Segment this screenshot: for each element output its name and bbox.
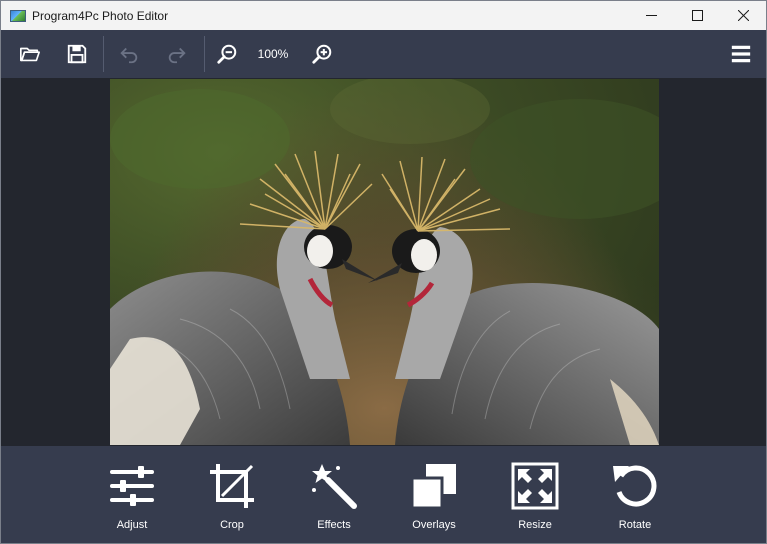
window-title: Program4Pc Photo Editor xyxy=(32,8,169,23)
zoom-in-button[interactable] xyxy=(302,30,342,78)
open-button[interactable] xyxy=(10,30,50,78)
tool-crop-label: Crop xyxy=(220,519,244,531)
main-menu-button[interactable] xyxy=(721,30,761,78)
tool-adjust-label: Adjust xyxy=(116,519,148,531)
tool-resize-label: Resize xyxy=(518,519,552,531)
redo-icon xyxy=(168,47,186,64)
tools-bar: Adjust Crop Effects Overlays Resize Rota… xyxy=(1,446,766,543)
image-canvas[interactable] xyxy=(1,78,766,446)
crop-icon xyxy=(210,464,254,508)
toolbar-separator xyxy=(103,36,104,72)
tool-effects[interactable]: Effects xyxy=(294,446,374,543)
tool-overlays-label: Overlays xyxy=(412,519,456,531)
app-window: Program4Pc Photo Editor 100% Adjust Crop… xyxy=(0,0,767,544)
resize-icon xyxy=(511,462,559,510)
minimize-icon xyxy=(645,15,657,16)
open-folder-icon xyxy=(20,47,40,62)
redo-button[interactable] xyxy=(157,30,197,78)
zoom-out-icon xyxy=(217,44,237,64)
maximize-button[interactable] xyxy=(674,1,720,30)
overlays-icon xyxy=(410,464,456,510)
zoom-in-icon xyxy=(312,44,332,64)
magic-wand-icon xyxy=(312,464,357,509)
edited-photo[interactable] xyxy=(110,79,659,445)
toolbar-separator xyxy=(204,36,205,72)
rotate-icon xyxy=(613,465,657,507)
photo-crowned-cranes xyxy=(110,79,659,445)
tool-resize[interactable]: Resize xyxy=(495,446,575,543)
tool-adjust[interactable]: Adjust xyxy=(92,446,172,543)
undo-icon xyxy=(120,47,138,64)
tool-rotate-label: Rotate xyxy=(618,519,652,531)
close-icon xyxy=(737,10,749,21)
zoom-out-button[interactable] xyxy=(207,30,247,78)
title-bar: Program4Pc Photo Editor xyxy=(1,1,766,30)
menu-icon xyxy=(731,45,751,63)
tool-effects-label: Effects xyxy=(317,519,351,531)
tool-rotate[interactable]: Rotate xyxy=(595,446,675,543)
close-button[interactable] xyxy=(720,1,766,30)
save-button[interactable] xyxy=(57,30,97,78)
tool-overlays[interactable]: Overlays xyxy=(394,446,474,543)
undo-button[interactable] xyxy=(109,30,149,78)
save-icon xyxy=(67,44,87,64)
tool-crop[interactable]: Crop xyxy=(192,446,272,543)
app-logo-icon xyxy=(10,9,26,22)
toolbar: 100% xyxy=(1,30,766,78)
window-controls xyxy=(628,1,766,30)
zoom-level: 100% xyxy=(257,47,289,61)
maximize-icon xyxy=(691,10,703,21)
minimize-button[interactable] xyxy=(628,1,674,30)
sliders-icon xyxy=(110,466,154,506)
